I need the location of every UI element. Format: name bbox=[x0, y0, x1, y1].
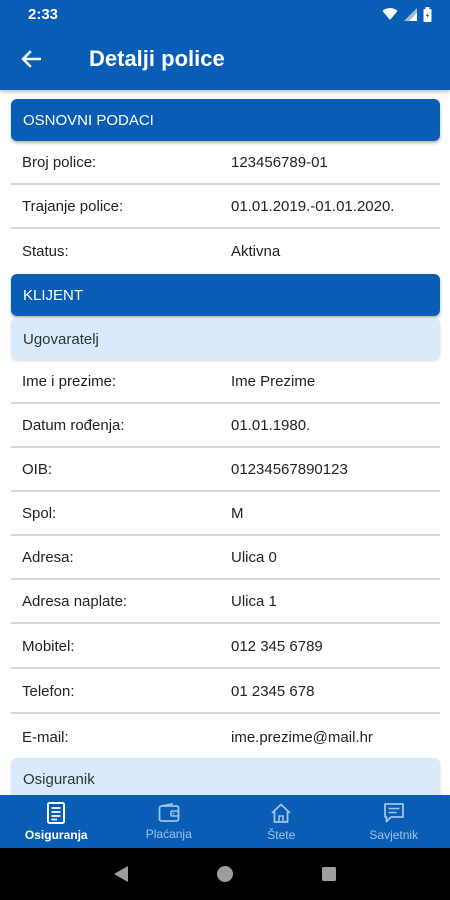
app-bar: Detalji police bbox=[0, 28, 450, 90]
row-status: Status: Aktivna bbox=[11, 229, 440, 273]
row-label: Datum rođenja: bbox=[22, 416, 125, 434]
chat-icon bbox=[383, 802, 404, 822]
house-icon bbox=[271, 803, 291, 823]
system-navigation-bar bbox=[0, 848, 450, 900]
row-value: 012 345 6789 bbox=[231, 637, 323, 655]
row-value: 01.01.2019.-01.01.2020. bbox=[231, 197, 395, 215]
nav-item-claims[interactable]: Štete bbox=[225, 795, 338, 848]
page-title: Detalji police bbox=[89, 46, 225, 71]
sub-header-insured: Osiguranik bbox=[11, 758, 440, 795]
battery-icon bbox=[423, 6, 432, 22]
nav-label: Savjetnik bbox=[369, 827, 419, 842]
row-label: Adresa naplate: bbox=[22, 592, 128, 610]
nav-label: Plaćanja bbox=[145, 826, 192, 841]
row-value: Ulica 0 bbox=[231, 548, 277, 566]
row-label: Spol: bbox=[22, 504, 57, 522]
policy-details-content[interactable]: OSNOVNI PODACI Broj police: 123456789-01… bbox=[0, 90, 450, 795]
row-value: Ime Prezime bbox=[231, 372, 316, 390]
status-icons bbox=[382, 6, 432, 22]
row-value: Ulica 1 bbox=[231, 592, 277, 610]
row-policy-duration: Trajanje police: 01.01.2019.-01.01.2020. bbox=[11, 185, 440, 229]
row-value: 01.01.1980. bbox=[231, 416, 311, 434]
signal-icon bbox=[404, 7, 417, 21]
back-triangle-icon[interactable] bbox=[113, 865, 129, 883]
home-circle-icon[interactable] bbox=[216, 865, 234, 883]
row-value: 01 2345 678 bbox=[231, 682, 315, 700]
nav-item-payments[interactable]: Plaćanja bbox=[113, 795, 226, 848]
row-value: M bbox=[231, 504, 244, 522]
row-policy-number: Broj police: 123456789-01 bbox=[11, 141, 440, 185]
status-time: 2:33 bbox=[28, 5, 59, 23]
row-oib: OIB: 01234567890123 bbox=[11, 448, 440, 492]
row-label: Broj police: bbox=[22, 153, 97, 171]
row-label: Telefon: bbox=[22, 682, 75, 700]
row-address: Adresa: Ulica 0 bbox=[11, 536, 440, 580]
row-value: ime.prezime@mail.hr bbox=[231, 728, 373, 746]
row-value: Aktivna bbox=[231, 242, 281, 260]
row-label: Adresa: bbox=[22, 548, 74, 566]
sub-header-contractor: Ugovaratelj bbox=[11, 318, 440, 360]
row-phone: Telefon: 01 2345 678 bbox=[11, 670, 440, 714]
row-value: 123456789-01 bbox=[231, 153, 328, 171]
back-button[interactable] bbox=[0, 28, 62, 90]
nav-item-insurances[interactable]: Osiguranja bbox=[0, 795, 113, 848]
wallet-icon bbox=[158, 802, 180, 822]
wifi-icon bbox=[382, 8, 398, 20]
row-billing-address: Adresa naplate: Ulica 1 bbox=[11, 580, 440, 624]
row-mobile: Mobitel: 012 345 6789 bbox=[11, 625, 440, 669]
nav-item-advisor[interactable]: Savjetnik bbox=[338, 795, 450, 848]
row-gender: Spol: M bbox=[11, 492, 440, 536]
row-label: Status: bbox=[22, 242, 69, 260]
section-header-basic-info: OSNOVNI PODACI bbox=[11, 99, 440, 141]
row-birth-date: Datum rođenja: 01.01.1980. bbox=[11, 404, 440, 448]
nav-label: Štete bbox=[267, 827, 296, 842]
document-icon bbox=[47, 801, 66, 824]
recents-square-icon[interactable] bbox=[321, 866, 337, 882]
bottom-navigation: Osiguranja Plaćanja Štete Savjetnik bbox=[0, 795, 450, 848]
row-email: E-mail: ime.prezime@mail.hr bbox=[11, 715, 440, 759]
nav-label: Osiguranja bbox=[24, 827, 88, 842]
row-label: Mobitel: bbox=[22, 637, 75, 655]
section-header-client: KLIJENT bbox=[11, 274, 440, 316]
row-full-name: Ime i prezime: Ime Prezime bbox=[11, 360, 440, 404]
row-label: Ime i prezime: bbox=[22, 372, 117, 390]
row-label: OIB: bbox=[22, 460, 53, 478]
arrow-left-icon bbox=[21, 50, 41, 68]
status-bar: 2:33 bbox=[0, 0, 450, 28]
row-label: Trajanje police: bbox=[22, 197, 124, 215]
row-label: E-mail: bbox=[22, 728, 69, 746]
row-value: 01234567890123 bbox=[231, 460, 348, 478]
